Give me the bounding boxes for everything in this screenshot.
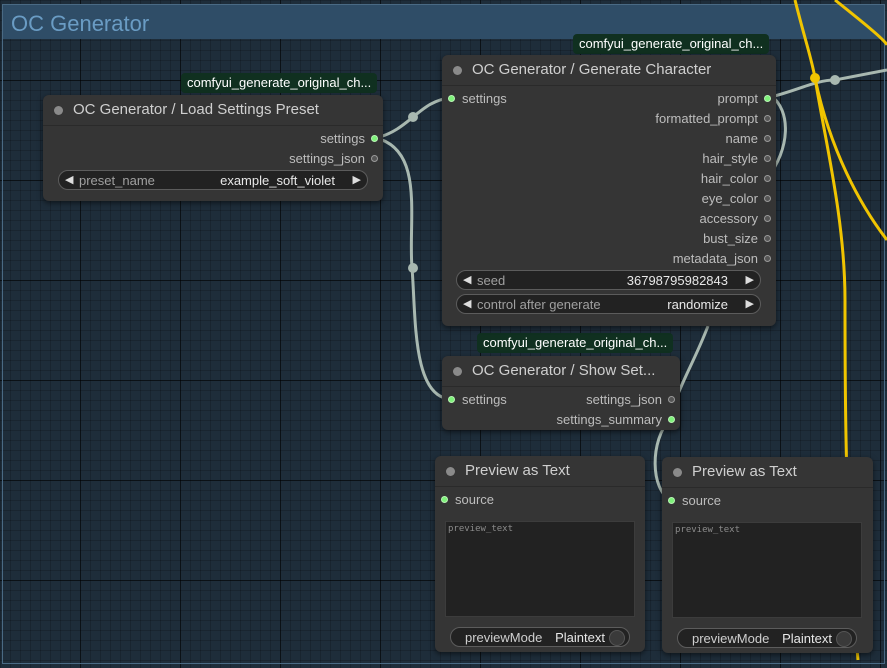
output-port-settings-json[interactable] [668, 396, 675, 403]
output-label-eye-color: eye_color [701, 191, 758, 206]
decrement-arrow-icon[interactable]: ◀ [463, 273, 471, 286]
combo-right-arrow-icon[interactable]: ▶ [746, 297, 754, 310]
input-port-settings[interactable] [448, 95, 455, 102]
combo-right-arrow-icon[interactable]: ▶ [353, 173, 361, 186]
collapse-dot-icon[interactable] [453, 66, 462, 75]
preview-textarea[interactable]: preview_text [445, 521, 635, 617]
preview-text-node-right[interactable]: Preview as Text source preview_text prev… [662, 457, 873, 653]
widget-value: 36798795982843 [626, 273, 728, 288]
output-label-formatted-prompt: formatted_prompt [655, 111, 758, 126]
show-settings-node[interactable]: OC Generator / Show Set... settings sett… [442, 356, 680, 430]
output-port-bust-size[interactable] [764, 235, 771, 242]
collapse-dot-icon[interactable] [673, 468, 682, 477]
input-label-source: source [682, 493, 722, 508]
combo-left-arrow-icon[interactable]: ◀ [65, 173, 73, 186]
output-port-accessory[interactable] [764, 215, 771, 222]
node-title-bar[interactable]: OC Generator / Generate Character [442, 55, 776, 86]
preview-text-node-left[interactable]: Preview as Text source preview_text prev… [435, 456, 645, 652]
node-title-bar[interactable]: OC Generator / Show Set... [442, 356, 680, 387]
output-port-hair-style[interactable] [764, 155, 771, 162]
generate-character-node[interactable]: OC Generator / Generate Character settin… [442, 55, 776, 326]
output-label-name: name [725, 131, 758, 146]
widget-value: randomize [667, 297, 728, 312]
output-port-eye-color[interactable] [764, 195, 771, 202]
output-label-bust-size: bust_size [703, 231, 758, 246]
output-label-accessory: accessory [699, 211, 758, 226]
preview-mode-toggle[interactable]: previewMode Plaintext [450, 627, 630, 647]
node-title: Preview as Text [692, 463, 797, 480]
widget-label: seed [477, 273, 506, 288]
output-port-metadata-json[interactable] [764, 255, 771, 262]
widget-value: Plaintext [782, 631, 832, 646]
node-title-bar[interactable]: Preview as Text [662, 457, 873, 488]
widget-value: Plaintext [555, 630, 605, 645]
node-badge-generate: comfyui_generate_original_ch... [573, 34, 770, 54]
toggle-knob-icon[interactable] [609, 630, 625, 646]
collapse-dot-icon[interactable] [54, 106, 63, 115]
output-label-settings-summary: settings_summary [556, 412, 662, 427]
widget-label: control after generate [477, 297, 601, 312]
output-port-name[interactable] [764, 135, 771, 142]
node-badge-show: comfyui_generate_original_ch... [477, 333, 674, 353]
output-port-settings-json[interactable] [371, 155, 378, 162]
output-label-settings-json: settings_json [289, 151, 365, 166]
output-port-prompt[interactable] [764, 95, 771, 102]
output-port-settings[interactable] [371, 135, 378, 142]
preview-textarea[interactable]: preview_text [672, 522, 862, 618]
collapse-dot-icon[interactable] [453, 367, 462, 376]
preset-name-combo[interactable]: ◀ preset_name example_soft_violet ▶ [58, 170, 368, 190]
widget-value: example_soft_violet [220, 173, 335, 188]
output-port-formatted-prompt[interactable] [764, 115, 771, 122]
input-port-source[interactable] [668, 497, 675, 504]
input-label-source: source [455, 492, 495, 507]
combo-left-arrow-icon[interactable]: ◀ [463, 297, 471, 310]
output-label-settings-json: settings_json [586, 392, 662, 407]
output-label-prompt: prompt [717, 91, 758, 106]
widget-label: preset_name [79, 173, 155, 188]
node-badge-load: comfyui_generate_original_ch... [181, 73, 378, 93]
input-port-settings[interactable] [448, 396, 455, 403]
output-label-metadata-json: metadata_json [672, 251, 758, 266]
node-title: OC Generator / Load Settings Preset [73, 101, 319, 118]
output-label-settings: settings [320, 131, 365, 146]
node-title-bar[interactable]: Preview as Text [435, 456, 645, 487]
control-after-generate-combo[interactable]: ◀ control after generate randomize ▶ [456, 294, 761, 314]
node-title: OC Generator / Generate Character [472, 61, 712, 78]
increment-arrow-icon[interactable]: ▶ [746, 273, 754, 286]
input-label-settings: settings [462, 91, 507, 106]
node-title-bar[interactable]: OC Generator / Load Settings Preset [43, 95, 383, 126]
output-label-hair-style: hair_style [702, 151, 758, 166]
output-port-settings-summary[interactable] [668, 416, 675, 423]
node-title: OC Generator / Show Set... [472, 362, 656, 379]
preview-mode-toggle[interactable]: previewMode Plaintext [677, 628, 857, 648]
load-settings-node[interactable]: OC Generator / Load Settings Preset sett… [43, 95, 383, 201]
widget-label: previewMode [692, 631, 770, 646]
seed-number-widget[interactable]: ◀ seed 36798795982843 ▶ [456, 270, 761, 290]
collapse-dot-icon[interactable] [446, 467, 455, 476]
input-port-source[interactable] [441, 496, 448, 503]
input-label-settings: settings [462, 392, 507, 407]
node-title: Preview as Text [465, 462, 570, 479]
widget-label: previewMode [465, 630, 543, 645]
toggle-knob-icon[interactable] [836, 631, 852, 647]
output-label-hair-color: hair_color [700, 171, 758, 186]
output-port-hair-color[interactable] [764, 175, 771, 182]
